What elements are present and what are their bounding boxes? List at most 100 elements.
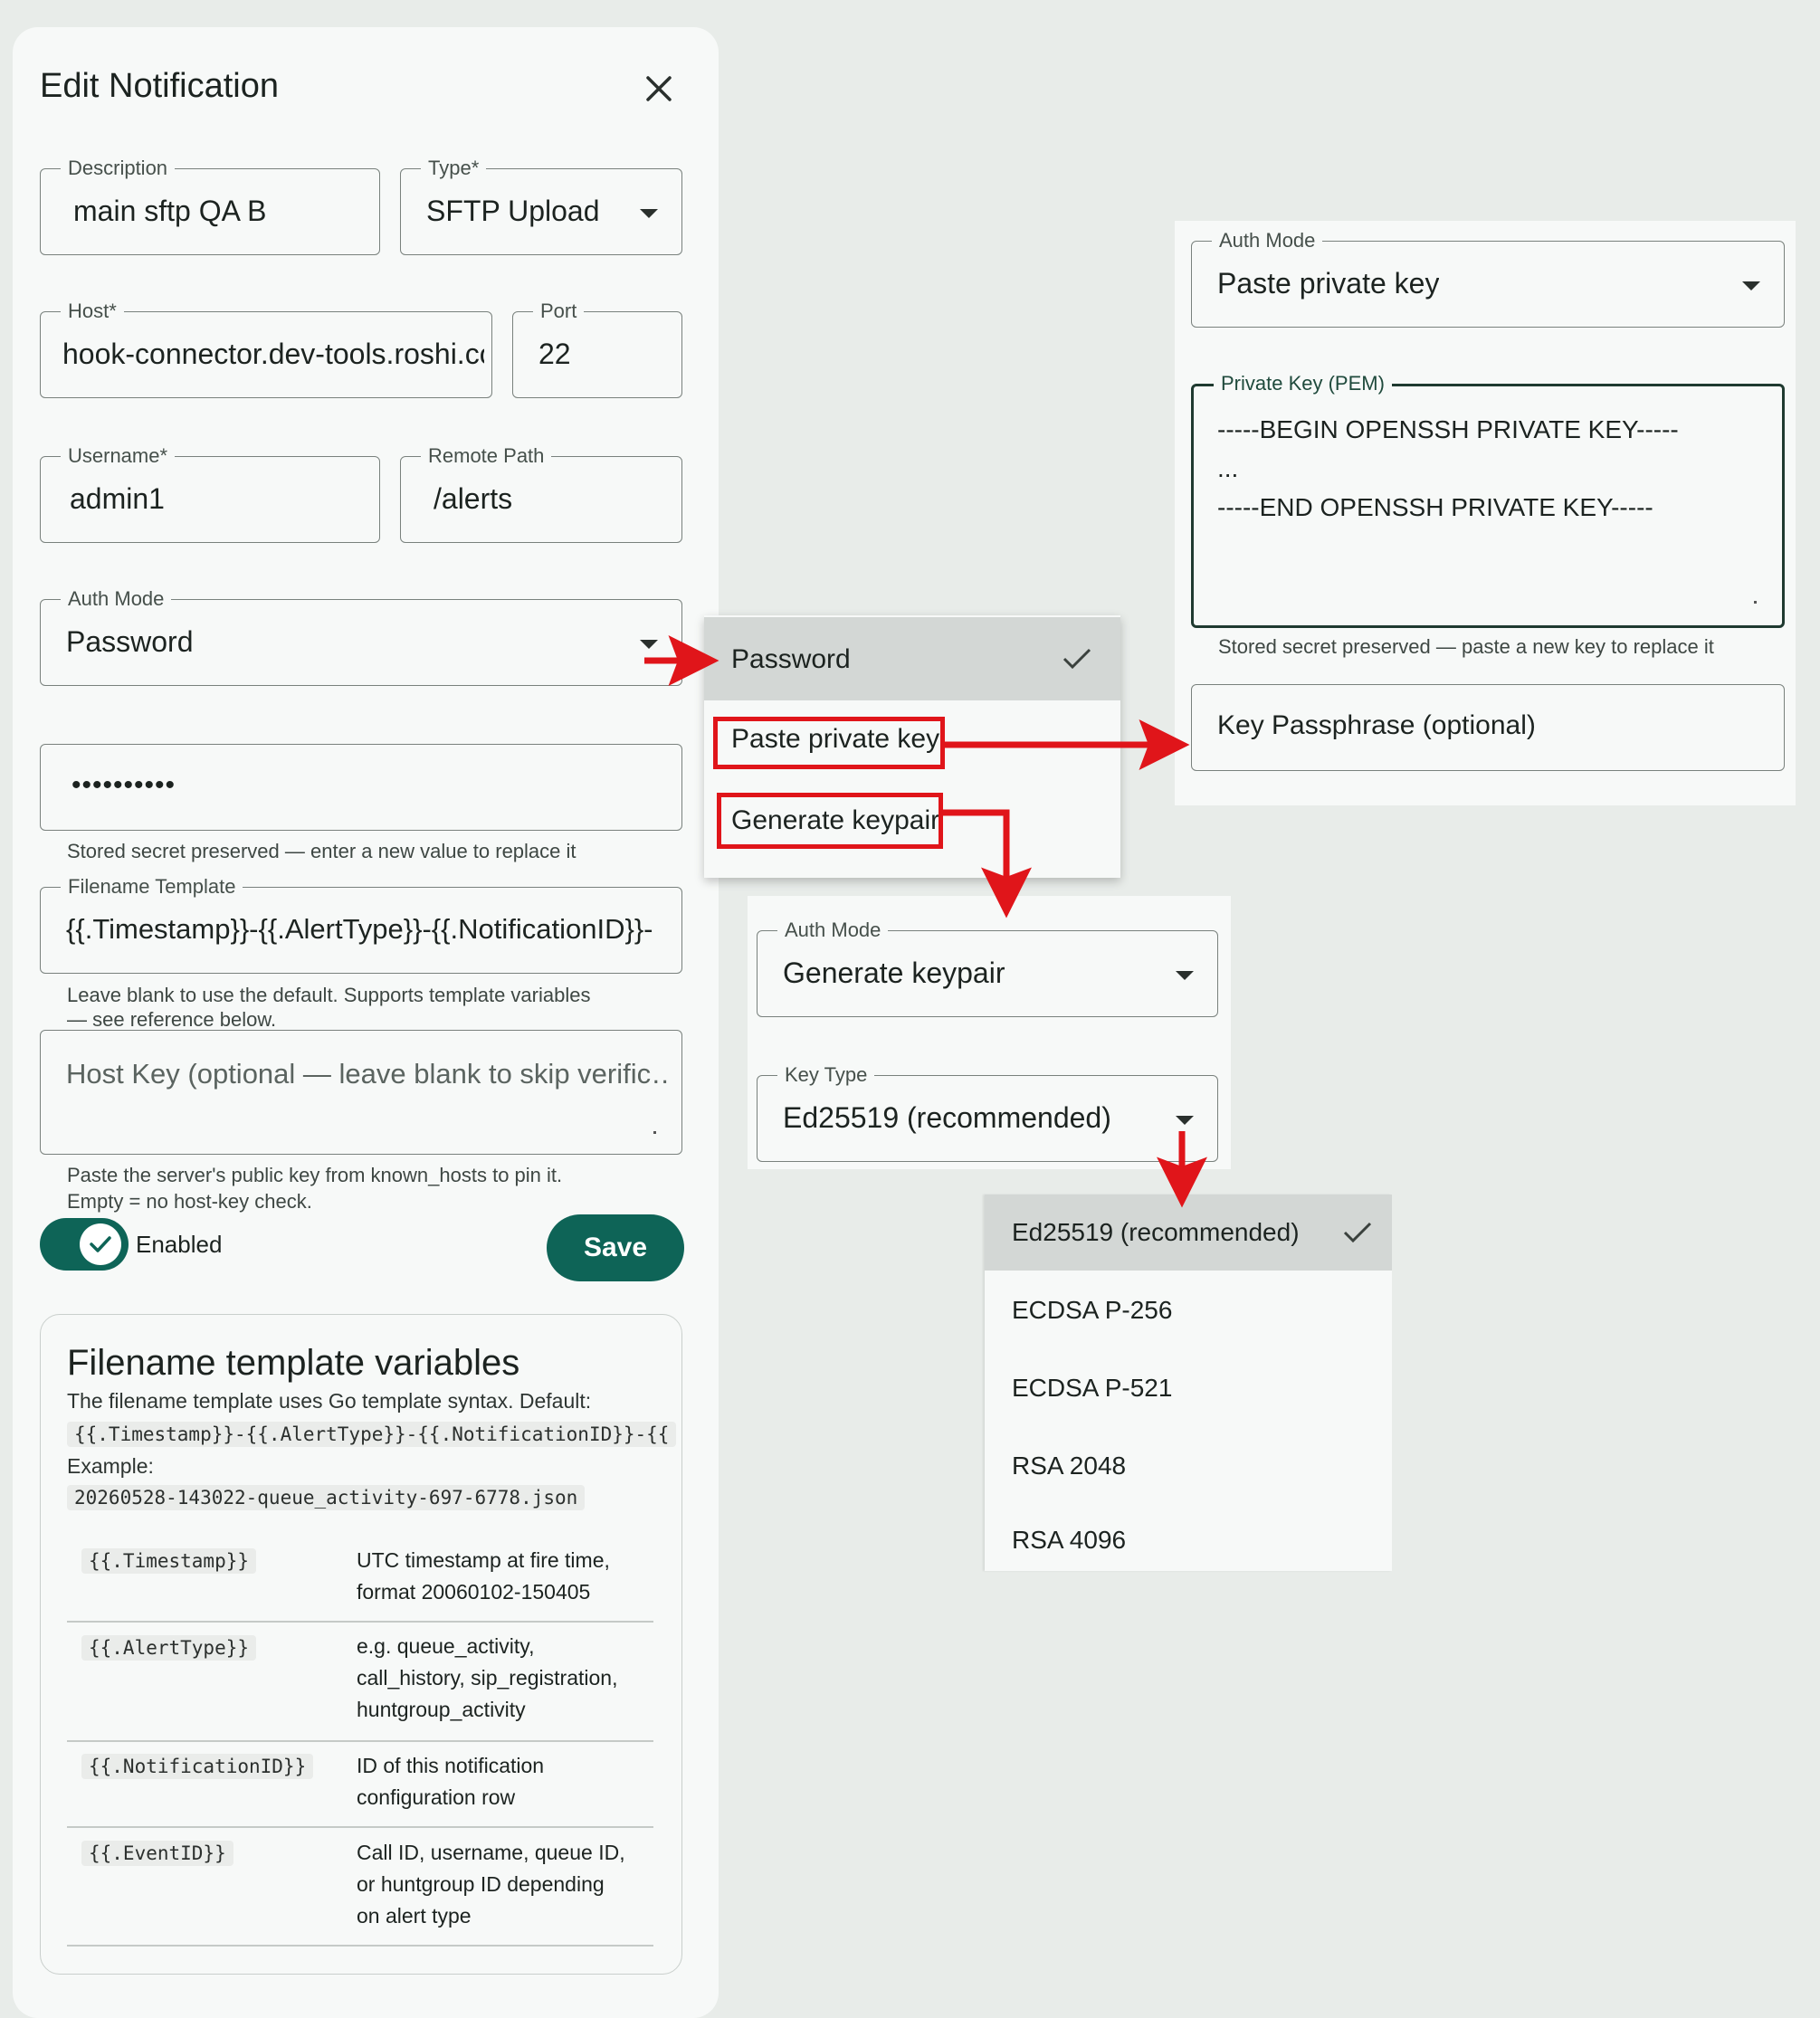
remote-path-label: Remote Path xyxy=(421,443,552,469)
toggle-thumb xyxy=(80,1223,121,1265)
enabled-toggle[interactable] xyxy=(40,1218,129,1271)
port-label: Port xyxy=(533,299,585,324)
auth-mode-value: Generate keypair xyxy=(783,957,1005,989)
key-passphrase-placeholder: Key Passphrase (optional) xyxy=(1217,710,1536,740)
description-line: or huntgroup ID depending xyxy=(357,1872,605,1896)
description-line: on alert type xyxy=(357,1904,472,1928)
description-line: e.g. queue_activity, xyxy=(357,1634,535,1658)
filename-template-label: Filename Template xyxy=(61,874,243,900)
row-divider xyxy=(67,1621,653,1623)
type-select[interactable]: Type* SFTP Upload xyxy=(400,156,682,255)
highlight-box xyxy=(717,793,943,849)
menu-item-label: ECDSA P-256 xyxy=(1012,1296,1173,1324)
variable-description: ID of this notification configuration ro… xyxy=(357,1750,544,1813)
menu-item-ecdsa-p256[interactable]: ECDSA P-256 xyxy=(985,1272,1392,1348)
variable-code: {{.EventID}} xyxy=(81,1841,233,1866)
helper-line: Empty = no host-key check. xyxy=(67,1190,312,1213)
key-type-select[interactable]: Key Type Ed25519 (recommended) xyxy=(757,1062,1218,1162)
description-field[interactable]: Description main sftp QA B xyxy=(40,156,380,255)
check-icon xyxy=(90,1236,111,1252)
chevron-down-icon xyxy=(1176,971,1194,980)
menu-item-label: RSA 2048 xyxy=(1012,1452,1127,1480)
chevron-down-icon xyxy=(1176,1116,1194,1125)
password-helper: Stored secret preserved — enter a new va… xyxy=(67,840,576,862)
key-line: -----END OPENSSH PRIVATE KEY----- xyxy=(1217,493,1653,521)
close-icon[interactable] xyxy=(641,71,677,107)
private-key-helper: Stored secret preserved — paste a new ke… xyxy=(1218,635,1714,658)
reference-title: Filename template variables xyxy=(67,1343,520,1383)
chevron-down-icon xyxy=(1742,281,1760,290)
description-line: configuration row xyxy=(357,1785,516,1809)
highlight-box xyxy=(713,717,945,769)
key-line: ... xyxy=(1217,454,1239,482)
auth-mode-label: Auth Mode xyxy=(777,918,889,943)
host-key-textarea[interactable]: Host Key (optional — leave blank to skip… xyxy=(40,1030,682,1155)
key-passphrase-field[interactable]: Key Passphrase (optional) xyxy=(1191,684,1785,771)
auth-mode-value: Password xyxy=(66,625,194,658)
description-line: format 20060102-150405 xyxy=(357,1580,591,1604)
default-template-code: {{.Timestamp}}-{{.AlertType}}-{{.Notific… xyxy=(67,1422,677,1447)
description-line: huntgroup_activity xyxy=(357,1698,526,1721)
helper-line: Leave blank to use the default. Supports… xyxy=(67,984,591,1006)
key-line: -----BEGIN OPENSSH PRIVATE KEY----- xyxy=(1217,415,1679,443)
private-key-label: Private Key (PEM) xyxy=(1214,371,1392,396)
type-value: SFTP Upload xyxy=(426,195,600,227)
key-type-label: Key Type xyxy=(777,1062,875,1088)
menu-item-ecdsa-p521[interactable]: ECDSA P-521 xyxy=(985,1350,1392,1426)
port-value: 22 xyxy=(538,338,571,370)
variable-description: Call ID, username, queue ID, or huntgrou… xyxy=(357,1837,625,1932)
key-type-value: Ed25519 (recommended) xyxy=(783,1101,1111,1134)
password-value: •••••••••• xyxy=(71,770,176,800)
menu-item-rsa-2048[interactable]: RSA 2048 xyxy=(985,1428,1392,1504)
description-value: main sftp QA B xyxy=(73,195,267,227)
host-key-placeholder: Host Key (optional — leave blank to skip… xyxy=(66,1058,669,1090)
type-label: Type* xyxy=(421,156,487,181)
helper-line: Paste the server's public key from known… xyxy=(67,1164,563,1186)
private-key-textarea[interactable]: Private Key (PEM) -----BEGIN OPENSSH PRI… xyxy=(1191,371,1785,628)
description-line: UTC timestamp at fire time, xyxy=(357,1548,610,1572)
menu-item-label: ECDSA P-521 xyxy=(1012,1374,1173,1402)
auth-mode-select[interactable]: Auth Mode Generate keypair xyxy=(757,918,1218,1017)
save-button[interactable]: Save xyxy=(547,1214,684,1281)
variable-description: UTC timestamp at fire time, format 20060… xyxy=(357,1545,610,1608)
host-field[interactable]: Host* hook-connector.dev-tools.roshi.co xyxy=(40,299,492,398)
username-field[interactable]: Username* admin1 xyxy=(40,443,380,543)
remote-path-field[interactable]: Remote Path /alerts xyxy=(400,443,682,543)
check-icon xyxy=(1343,1222,1372,1243)
reference-intro: The filename template uses Go template s… xyxy=(67,1389,592,1413)
menu-item-ed25519[interactable]: Ed25519 (recommended) xyxy=(985,1195,1392,1271)
chevron-down-icon xyxy=(640,209,658,218)
resize-handle-icon[interactable] xyxy=(653,1131,656,1134)
menu-item-rsa-4096[interactable]: RSA 4096 xyxy=(985,1506,1392,1571)
remote-path-value: /alerts xyxy=(434,482,513,515)
row-divider xyxy=(67,1740,653,1742)
host-key-helper: Paste the server's public key from known… xyxy=(67,1162,562,1214)
auth-mode-value: Paste private key xyxy=(1217,267,1440,300)
menu-item-label: Ed25519 (recommended) xyxy=(1012,1218,1300,1246)
description-label: Description xyxy=(61,156,176,181)
variable-description: e.g. queue_activity, call_history, sip_r… xyxy=(357,1631,617,1726)
description-line: Call ID, username, queue ID, xyxy=(357,1841,625,1864)
chevron-down-icon xyxy=(640,640,658,649)
menu-item-label: RSA 4096 xyxy=(1012,1526,1127,1554)
description-line: call_history, sip_registration, xyxy=(357,1666,618,1690)
auth-mode-select[interactable]: Auth Mode Password xyxy=(40,586,682,686)
menu-item-password[interactable]: Password xyxy=(704,617,1120,700)
filename-template-value: {{.Timestamp}}-{{.AlertType}}-{{.Notific… xyxy=(66,913,653,945)
auth-mode-select[interactable]: Auth Mode Paste private key xyxy=(1191,228,1785,328)
host-value: hook-connector.dev-tools.roshi.co xyxy=(62,338,484,370)
resize-handle-icon[interactable] xyxy=(1754,601,1757,604)
username-label: Username* xyxy=(61,443,176,469)
key-type-menu: Ed25519 (recommended) ECDSA P-256 ECDSA … xyxy=(985,1195,1392,1571)
port-field[interactable]: Port 22 xyxy=(512,299,682,398)
dialog-title: Edit Notification xyxy=(40,67,280,105)
enabled-label: Enabled xyxy=(136,1231,223,1258)
menu-item-label: Password xyxy=(731,644,851,674)
private-key-content: -----BEGIN OPENSSH PRIVATE KEY----- ... … xyxy=(1217,410,1679,527)
helper-line: — see reference below. xyxy=(67,1008,277,1031)
filename-template-field[interactable]: Filename Template {{.Timestamp}}-{{.Aler… xyxy=(40,874,682,974)
row-divider xyxy=(67,1945,653,1947)
password-field[interactable]: •••••••••• xyxy=(40,744,682,831)
check-icon xyxy=(1062,648,1091,670)
auth-mode-label: Auth Mode xyxy=(1212,228,1323,253)
